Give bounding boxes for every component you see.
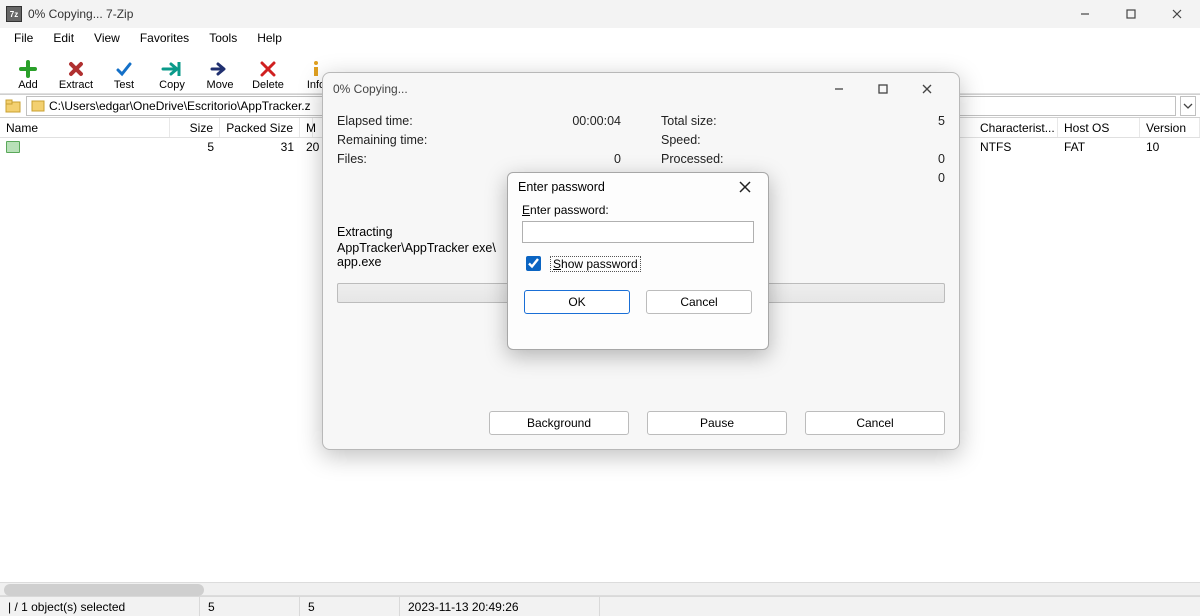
show-password-checkbox[interactable]: Show password <box>522 253 754 274</box>
delete-icon <box>260 59 276 79</box>
col-packed-size[interactable]: Packed Size <box>220 118 300 137</box>
cell-size: 5 <box>207 140 214 154</box>
progress-dialog-title: 0% Copying... <box>333 82 408 96</box>
col-host-os[interactable]: Host OS <box>1058 118 1140 137</box>
toolbar-test-label: Test <box>114 79 134 91</box>
col-modified[interactable]: M <box>300 118 313 137</box>
password-input[interactable] <box>522 221 754 243</box>
toolbar-delete[interactable]: Delete <box>244 59 292 93</box>
chevron-down-icon <box>1183 101 1193 111</box>
address-dropdown[interactable] <box>1180 96 1196 116</box>
menu-tools[interactable]: Tools <box>199 29 247 47</box>
archive-icon <box>31 100 45 112</box>
col-version[interactable]: Version <box>1140 118 1200 137</box>
scrollbar-thumb[interactable] <box>4 584 204 596</box>
remaining-label: Remaining time: <box>337 133 427 147</box>
main-titlebar: 7z 0% Copying... 7-Zip <box>0 0 1200 28</box>
total-label: Total size: <box>661 114 717 128</box>
extract-icon <box>67 59 85 79</box>
main-maximize-button[interactable] <box>1108 0 1154 28</box>
folder-up-icon[interactable] <box>4 98 22 114</box>
toolbar-copy-label: Copy <box>159 79 185 91</box>
total-value: 5 <box>938 114 945 128</box>
test-icon <box>115 59 133 79</box>
menubar: File Edit View Favorites Tools Help <box>0 28 1200 48</box>
toolbar-copy[interactable]: Copy <box>148 59 196 93</box>
elapsed-label: Elapsed time: <box>337 114 413 128</box>
col-size[interactable]: Size <box>170 118 220 137</box>
current-file-path: AppTracker\AppTracker exe\ app.exe <box>337 241 517 269</box>
status-count-1: 5 <box>200 597 300 616</box>
app-icon: 7z <box>6 6 22 22</box>
background-button[interactable]: Background <box>489 411 629 435</box>
progress-cancel-button[interactable]: Cancel <box>805 411 945 435</box>
address-path: C:\Users\edgar\OneDrive\Escritorio\AppTr… <box>49 99 311 113</box>
password-dialog-title: Enter password <box>518 180 605 194</box>
cell-modified: 20 <box>306 140 319 154</box>
progress-close-button[interactable] <box>905 74 949 104</box>
toolbar-extract-label: Extract <box>59 79 93 91</box>
elapsed-value: 00:00:04 <box>572 114 621 128</box>
password-dialog: Enter password Enter password: Show pass… <box>507 172 769 350</box>
show-password-checkbox-box[interactable] <box>526 256 541 271</box>
menu-view[interactable]: View <box>84 29 130 47</box>
copy-icon <box>161 59 183 79</box>
files-value: 0 <box>614 152 621 166</box>
main-close-button[interactable] <box>1154 0 1200 28</box>
files-label: Files: <box>337 152 367 166</box>
main-minimize-button[interactable] <box>1062 0 1108 28</box>
menu-file[interactable]: File <box>4 29 43 47</box>
toolbar-add[interactable]: Add <box>4 59 52 93</box>
progress-minimize-button[interactable] <box>817 74 861 104</box>
col-characteristics[interactable]: Characterist... <box>974 118 1058 137</box>
status-bar: | / 1 object(s) selected 5 5 2023-11-13 … <box>0 596 1200 616</box>
cell-packed-size: 31 <box>281 140 294 154</box>
show-password-label: Show password <box>550 256 641 272</box>
cell-characteristics: NTFS <box>980 140 1011 154</box>
toolbar-delete-label: Delete <box>252 79 284 91</box>
toolbar-test[interactable]: Test <box>100 59 148 93</box>
cell-host-os: FAT <box>1064 140 1085 154</box>
window-title: 0% Copying... 7-Zip <box>28 7 133 21</box>
status-count-2: 5 <box>300 597 400 616</box>
password-ok-button[interactable]: OK <box>524 290 630 314</box>
toolbar-move[interactable]: Move <box>196 59 244 93</box>
toolbar-add-label: Add <box>18 79 38 91</box>
menu-edit[interactable]: Edit <box>43 29 84 47</box>
pause-button[interactable]: Pause <box>647 411 787 435</box>
password-field-label: Enter password: <box>522 203 754 217</box>
processed-value: 0 <box>938 152 945 166</box>
processed-label: Processed: <box>661 152 724 166</box>
horizontal-scrollbar[interactable] <box>0 582 1200 596</box>
menu-favorites[interactable]: Favorites <box>130 29 199 47</box>
toolbar-move-label: Move <box>207 79 234 91</box>
speed-label: Speed: <box>661 133 701 147</box>
password-cancel-button[interactable]: Cancel <box>646 290 752 314</box>
toolbar-extract[interactable]: Extract <box>52 59 100 93</box>
folder-icon <box>6 141 20 153</box>
progress-maximize-button[interactable] <box>861 74 905 104</box>
status-date: 2023-11-13 20:49:26 <box>400 597 600 616</box>
col-name[interactable]: Name <box>0 118 170 137</box>
move-icon <box>210 59 230 79</box>
password-close-button[interactable] <box>732 174 758 200</box>
password-dialog-titlebar[interactable]: Enter password <box>508 173 768 201</box>
status-selection: | / 1 object(s) selected <box>0 597 200 616</box>
extra-value: 0 <box>938 171 945 185</box>
progress-dialog-titlebar[interactable]: 0% Copying... <box>323 73 959 105</box>
plus-icon <box>19 59 37 79</box>
cell-version: 10 <box>1146 140 1159 154</box>
menu-help[interactable]: Help <box>247 29 292 47</box>
